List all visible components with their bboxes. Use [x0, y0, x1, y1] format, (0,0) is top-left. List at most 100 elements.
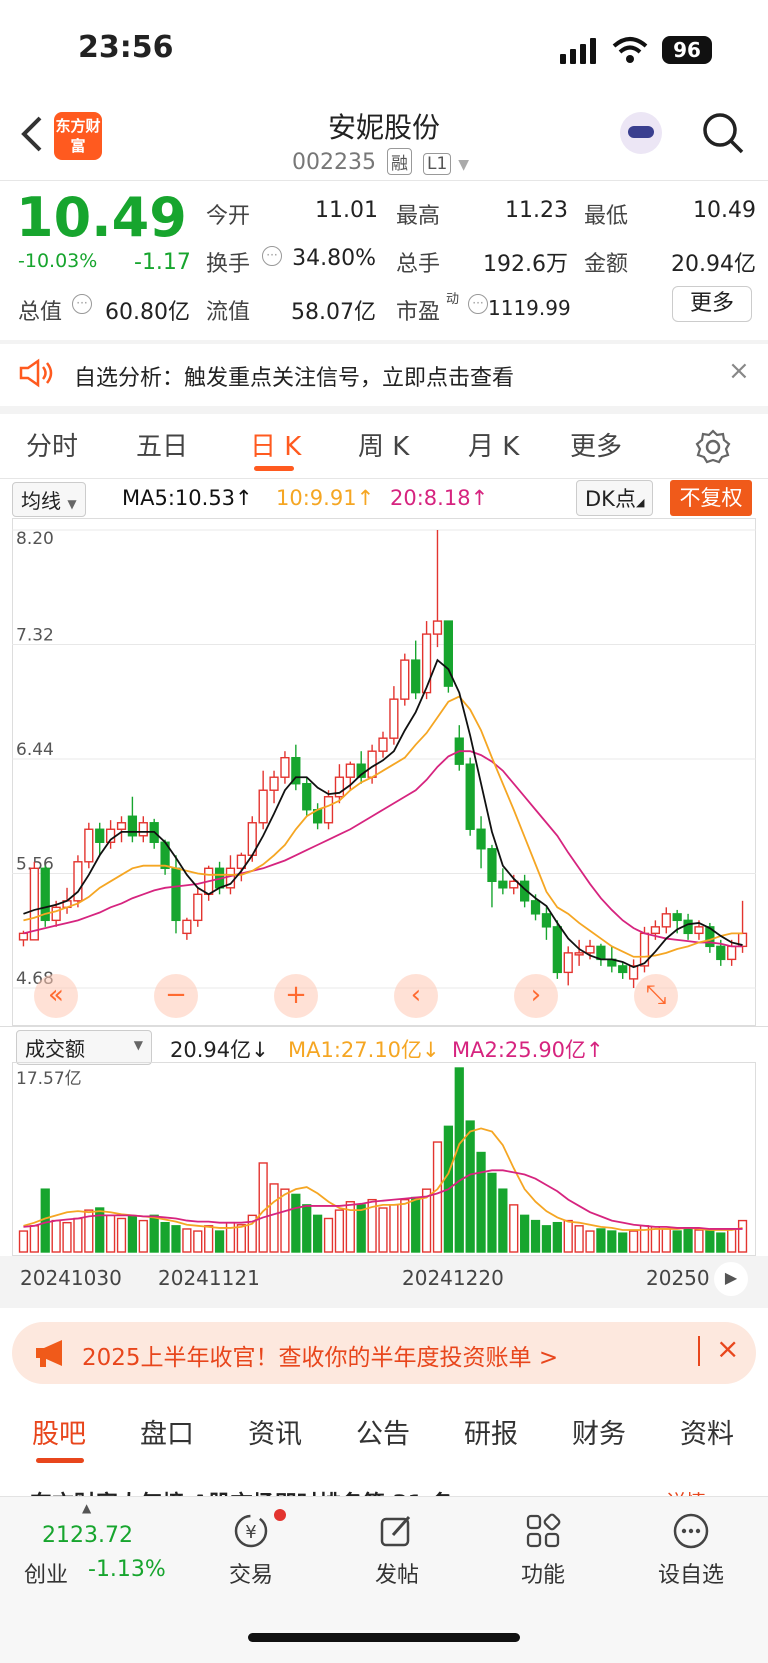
- info-icon[interactable]: ···: [72, 294, 92, 314]
- stock-code-row[interactable]: 002235 融 L1 ▼: [292, 148, 469, 175]
- chevron-left-icon[interactable]: ‹: [394, 974, 438, 1018]
- trade-icon: ¥: [234, 1514, 268, 1548]
- zoom-in-icon[interactable]: +: [274, 974, 318, 1018]
- volume-bar: [618, 1232, 628, 1253]
- pe-value: 1119.99: [488, 296, 571, 320]
- expand-icon[interactable]: ⤡: [634, 974, 678, 1018]
- volume-bar: [607, 1230, 617, 1253]
- candle-body: [541, 913, 552, 928]
- add-watchlist-nav[interactable]: 设自选: [636, 1511, 746, 1589]
- candle-body: [269, 776, 279, 791]
- candle-body: [29, 867, 39, 941]
- volume-ma2-legend: MA2:25.90亿↑: [452, 1034, 604, 1064]
- candle-body: [672, 913, 682, 922]
- volume-value: 20.94亿: [170, 1038, 252, 1062]
- more-quote-button[interactable]: 更多: [672, 286, 752, 322]
- volume-bar: [716, 1232, 726, 1253]
- candle-body: [563, 952, 573, 974]
- ma-select[interactable]: 均线 ▼: [12, 482, 86, 517]
- tab-five-day[interactable]: 五日: [136, 426, 188, 463]
- volume-bar: [541, 1225, 552, 1253]
- ma5-value: MA5:10.53: [122, 486, 236, 510]
- volume-bar: [628, 1230, 639, 1253]
- scroll-right-icon[interactable]: ▶: [714, 1262, 748, 1296]
- more-dots-icon: [673, 1513, 709, 1549]
- tab-daily-k[interactable]: 日 K: [250, 426, 301, 463]
- tab-intraday[interactable]: 分时: [26, 426, 78, 463]
- candle-body: [323, 796, 334, 824]
- volume-y-label: 17.57亿: [16, 1069, 82, 1089]
- robot-avatar-icon[interactable]: [620, 112, 662, 154]
- volume-bar: [465, 1120, 475, 1253]
- volume-bar: [574, 1225, 584, 1253]
- volume-bar: [498, 1188, 508, 1253]
- volume-bar: [73, 1217, 83, 1253]
- volume-select[interactable]: 成交额 ▼: [16, 1030, 152, 1065]
- tab-guba[interactable]: 股吧: [32, 1412, 86, 1451]
- tab-weekly-k[interactable]: 周 K: [358, 426, 409, 463]
- dk-point-button[interactable]: DK点◢: [576, 480, 654, 516]
- volume-bar: [737, 1219, 748, 1253]
- status-time: 23:56: [78, 30, 174, 65]
- volume-bar: [585, 1230, 595, 1253]
- volume-bar: [302, 1204, 312, 1253]
- trade-label: 交易: [228, 1563, 273, 1588]
- rewind-icon[interactable]: «: [34, 974, 78, 1018]
- tab-monthly-k[interactable]: 月 K: [468, 426, 519, 463]
- close-icon[interactable]: ×: [716, 1332, 739, 1365]
- pe-label: 市盈: [396, 300, 441, 325]
- tab-research[interactable]: 研报: [464, 1412, 518, 1451]
- candle-body: [476, 828, 486, 850]
- candle-body: [683, 919, 693, 935]
- tab-pankou[interactable]: 盘口: [140, 1412, 194, 1451]
- zoom-out-icon[interactable]: −: [154, 974, 198, 1018]
- close-icon[interactable]: ×: [728, 356, 750, 386]
- candle-body: [193, 893, 203, 922]
- signal-tip-bar[interactable]: 自选分析：触发重点关注信号，立即点击查看 ×: [0, 344, 768, 406]
- post-nav[interactable]: 发帖: [342, 1511, 452, 1589]
- tab-profile[interactable]: 资料: [680, 1412, 734, 1451]
- ma20-value: 20:8.18: [390, 486, 471, 510]
- volume-chart[interactable]: 17.57亿: [12, 1062, 756, 1256]
- tab-more[interactable]: 更多: [570, 426, 622, 463]
- ma5-line: [23, 658, 743, 969]
- chevron-right-icon[interactable]: ›: [514, 974, 558, 1018]
- caret-down-icon: ▼: [67, 497, 77, 511]
- volume-bar: [672, 1230, 682, 1253]
- candle-body: [727, 945, 737, 961]
- candle-body: [716, 945, 726, 961]
- svg-text:¥: ¥: [245, 1522, 256, 1543]
- volume-bar: [356, 1204, 366, 1253]
- volume-bar: [476, 1151, 486, 1253]
- volume-bar: [258, 1162, 268, 1253]
- tab-news[interactable]: 资讯: [248, 1412, 302, 1451]
- ma20-legend: 20:8.18↑: [390, 486, 488, 510]
- search-icon[interactable]: [700, 110, 746, 156]
- gear-icon[interactable]: [694, 428, 732, 466]
- corner-caret-icon: ◢: [635, 496, 645, 509]
- banner-divider: [698, 1336, 700, 1366]
- index-change[interactable]: -1.13%: [88, 1557, 166, 1582]
- info-icon[interactable]: ···: [262, 246, 282, 266]
- tab-announcements[interactable]: 公告: [356, 1412, 410, 1451]
- float-cap-label: 流值: [206, 300, 251, 325]
- index-value[interactable]: 2123.72: [42, 1523, 133, 1548]
- tip-text: 自选分析：触发重点关注信号，立即点击查看: [74, 366, 515, 391]
- post-label: 发帖: [374, 1563, 419, 1588]
- function-nav[interactable]: 功能: [488, 1511, 598, 1589]
- signal-icon: [560, 38, 596, 64]
- promo-banner[interactable]: 2025上半年收官！查收你的半年度投资账单 > ×: [12, 1322, 756, 1384]
- info-icon[interactable]: ···: [468, 294, 488, 314]
- level-tag: L1: [422, 153, 452, 175]
- volume-bar: [149, 1214, 159, 1253]
- candlestick-chart[interactable]: 8.207.326.445.564.68: [12, 518, 756, 1026]
- candle-body: [378, 737, 388, 752]
- trade-nav[interactable]: ¥ 交易: [196, 1511, 306, 1589]
- index-name[interactable]: 创业: [24, 1557, 68, 1589]
- candle-body: [552, 926, 562, 974]
- caret-up-icon: ▲: [82, 1501, 92, 1515]
- home-indicator: [248, 1633, 520, 1642]
- tab-financials[interactable]: 财务: [572, 1412, 626, 1451]
- adjust-toggle[interactable]: 不复权: [670, 480, 752, 516]
- ma10-value: 10:9.91: [276, 486, 357, 510]
